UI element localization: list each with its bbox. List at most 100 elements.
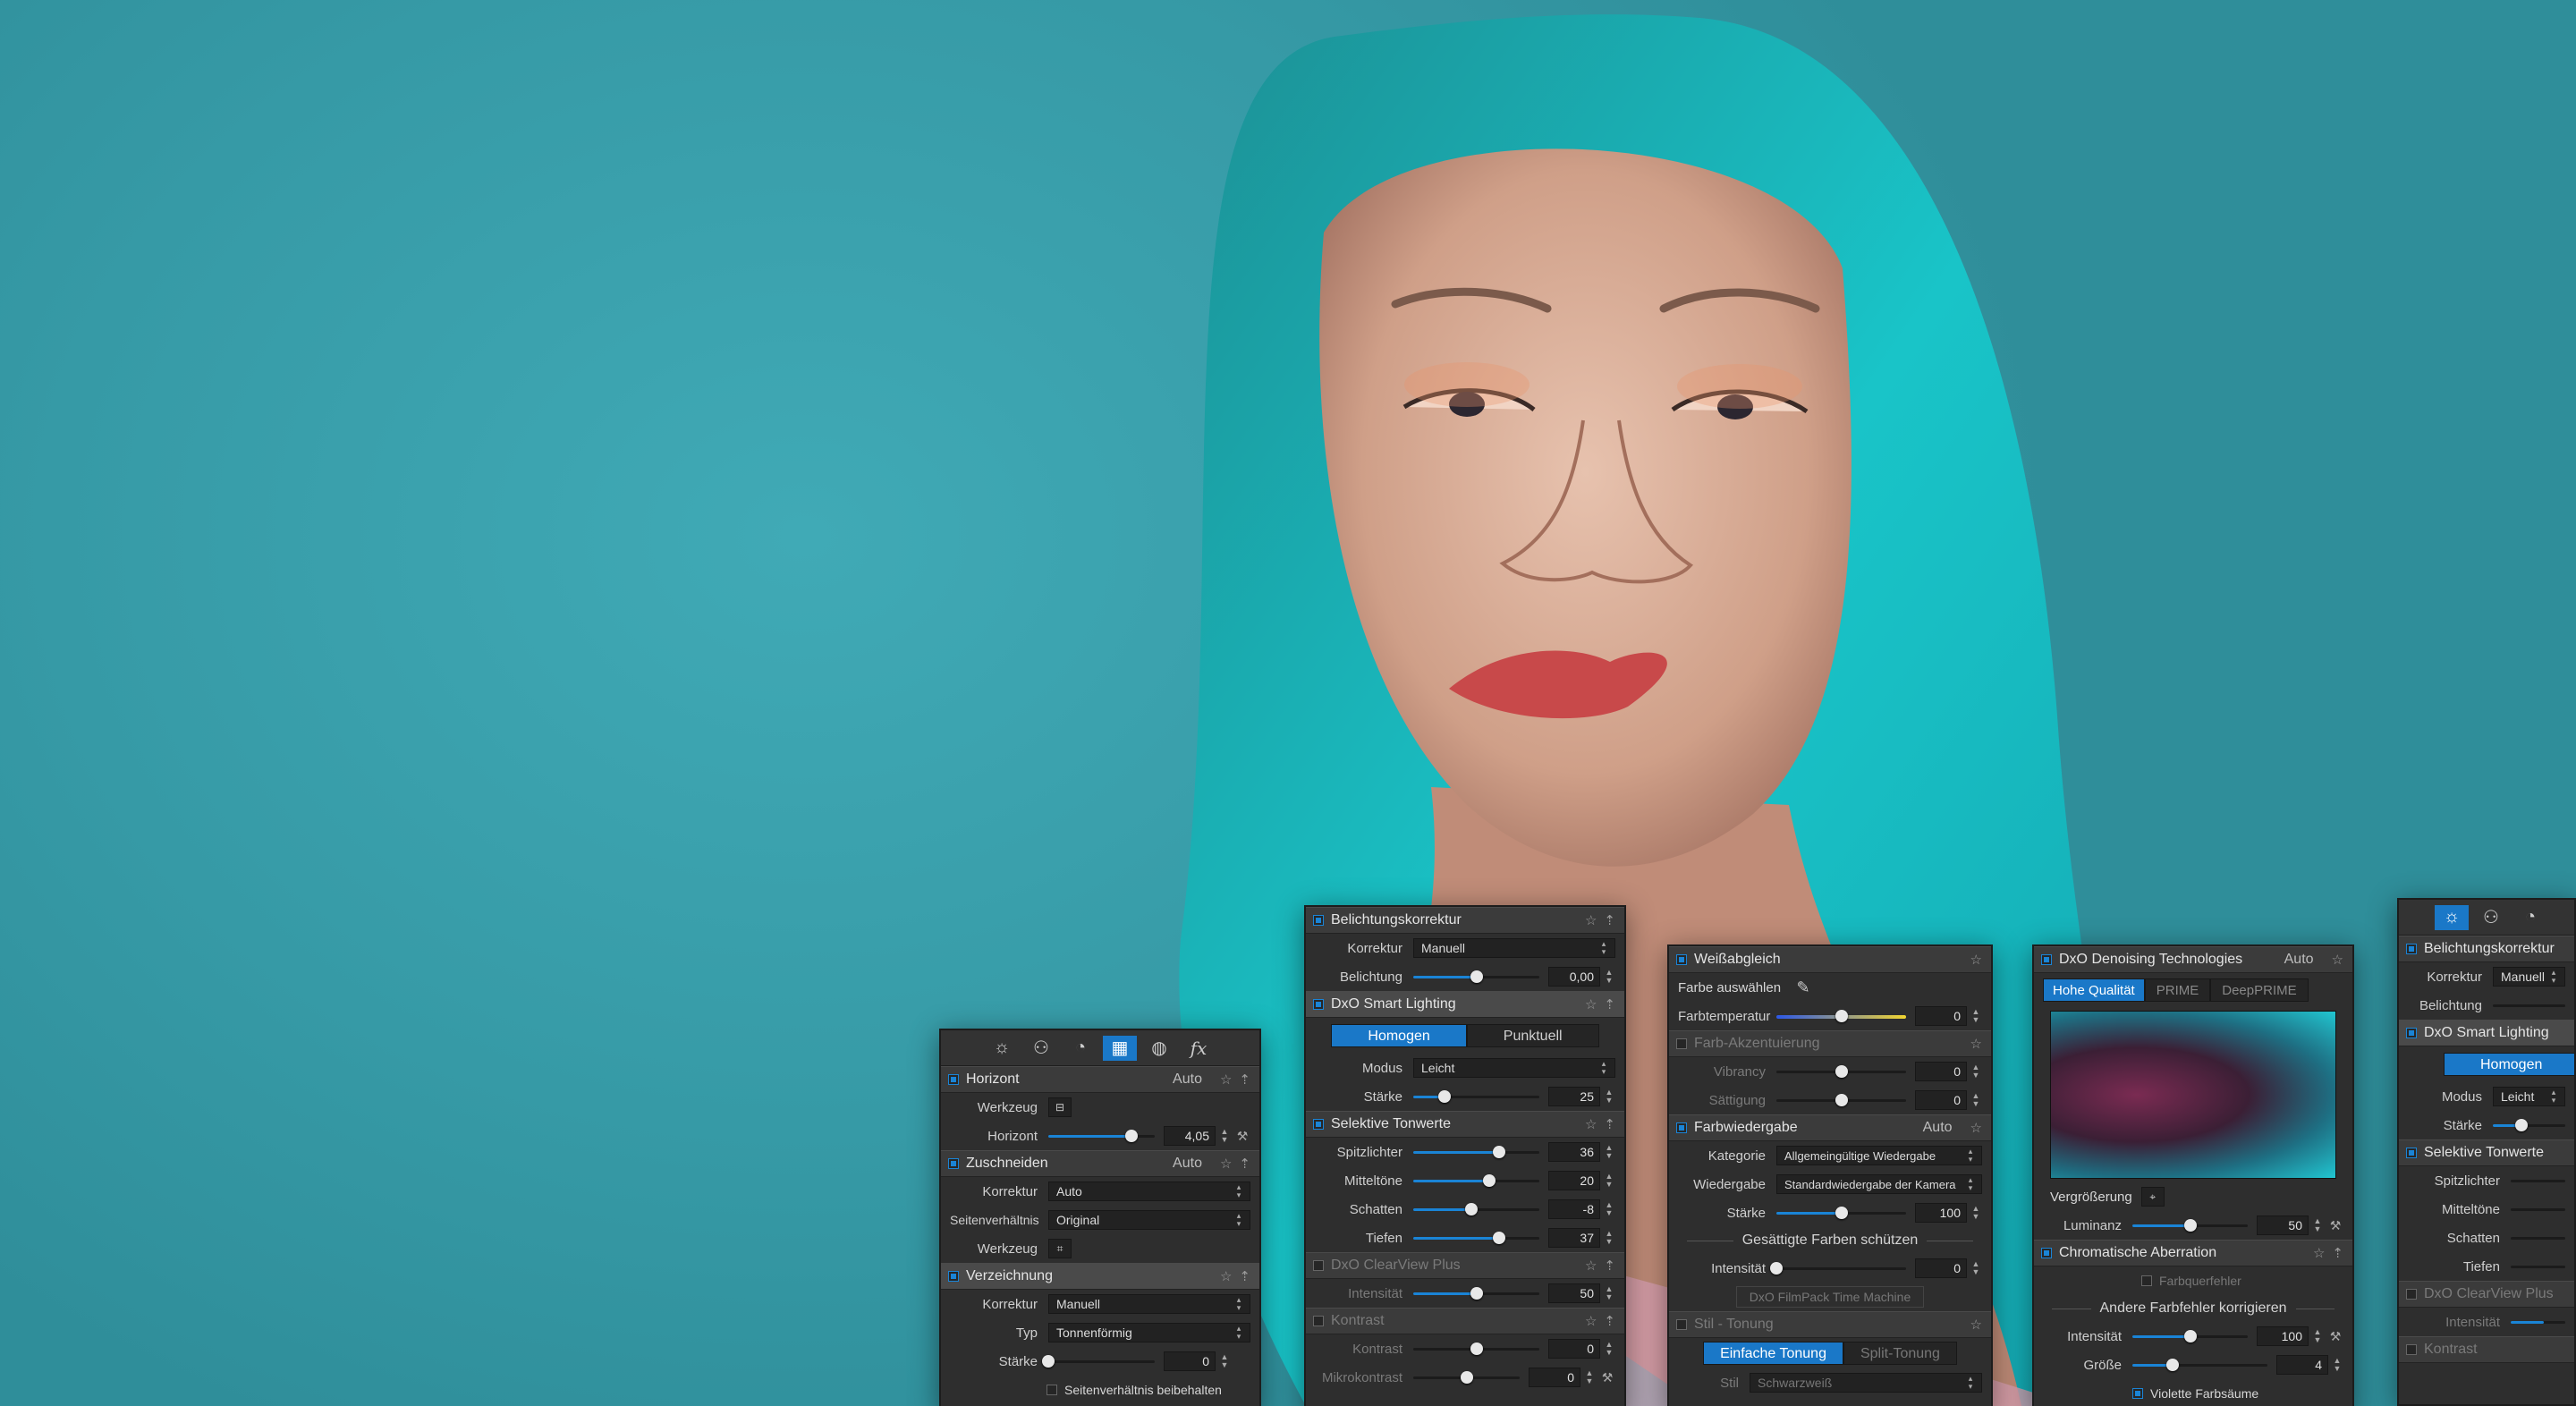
star-icon[interactable]: ☆ xyxy=(1585,1258,1597,1274)
right-kontrast-header[interactable]: Kontrast xyxy=(2399,1336,2574,1363)
star-icon[interactable]: ☆ xyxy=(1970,1120,1982,1136)
pin-icon[interactable]: ⇡ xyxy=(1604,996,1615,1012)
homogen-button[interactable]: Homogen xyxy=(1331,1024,1467,1047)
distortion-korrektur-dropdown[interactable]: Manuell xyxy=(1048,1294,1250,1314)
magic-wand-icon[interactable]: ⚒ xyxy=(1234,1129,1250,1144)
local-adjust-icon[interactable]: ◍ xyxy=(1142,1036,1176,1061)
auto-button[interactable]: Auto xyxy=(2284,952,2314,968)
star-icon[interactable]: ☆ xyxy=(1585,912,1597,928)
belichtung-header[interactable]: Belichtungskorrektur ☆ ⇡ xyxy=(1306,907,1624,934)
star-icon[interactable]: ☆ xyxy=(1585,1116,1597,1132)
selektive-header[interactable]: Selektive Tonwerte ☆ ⇡ xyxy=(1306,1111,1624,1138)
rendering-strength-slider[interactable] xyxy=(1776,1203,1906,1223)
spinner[interactable]: ▲ ▼ xyxy=(2311,1328,2324,1344)
microcontrast-slider[interactable] xyxy=(1413,1368,1520,1387)
category-dropdown[interactable]: Allgemeingültige Wiedergabe xyxy=(1776,1146,1982,1165)
star-icon[interactable]: ☆ xyxy=(1220,1071,1232,1088)
blacks-slider[interactable] xyxy=(1413,1228,1539,1248)
spinner[interactable]: ▲ ▼ xyxy=(1970,1008,1982,1024)
magic-wand-icon[interactable]: ⚒ xyxy=(1599,1370,1615,1385)
color-circles-icon[interactable]: ⚇ xyxy=(2474,905,2508,930)
fringe-size-value[interactable]: 4 xyxy=(2276,1355,2328,1375)
right-exposure-slider[interactable] xyxy=(2493,995,2565,1015)
verzeichnung-checkbox[interactable] xyxy=(948,1271,959,1282)
saturation-value[interactable]: 0 xyxy=(1915,1090,1967,1110)
geometry-icon[interactable]: ▦ xyxy=(1103,1035,1137,1061)
star-icon[interactable]: ☆ xyxy=(1220,1268,1232,1284)
chroma-checkbox[interactable] xyxy=(2041,1248,2052,1258)
kontrast-header[interactable]: Kontrast ☆ ⇡ xyxy=(1306,1308,1624,1334)
belichtung-checkbox[interactable] xyxy=(1313,915,1324,926)
highlights-value[interactable]: 36 xyxy=(1548,1142,1600,1162)
microcontrast-value[interactable]: 0 xyxy=(1529,1368,1580,1387)
farbwiedergabe-checkbox[interactable] xyxy=(1676,1122,1687,1133)
contrast-value[interactable]: 0 xyxy=(1548,1339,1600,1359)
star-icon[interactable]: ☆ xyxy=(2313,1245,2325,1261)
verzeichnung-header[interactable]: Verzeichnung ☆ ⇡ xyxy=(941,1263,1259,1290)
protect-intensity-value[interactable]: 0 xyxy=(1915,1258,1967,1278)
spinner[interactable]: ▲ ▼ xyxy=(1970,1063,1982,1080)
spinner[interactable]: ▲ ▼ xyxy=(1970,1092,1982,1108)
horizont-checkbox[interactable] xyxy=(948,1074,959,1085)
fringe-intensity-slider[interactable] xyxy=(2132,1326,2248,1346)
spinner[interactable]: ▲ ▼ xyxy=(1970,1205,1982,1221)
spinner[interactable]: ▲ ▼ xyxy=(1218,1353,1231,1369)
akzent-checkbox[interactable] xyxy=(1676,1038,1687,1049)
magic-wand-icon[interactable]: ⚒ xyxy=(2327,1329,2343,1344)
magic-wand-icon[interactable]: ⚒ xyxy=(2327,1218,2343,1233)
denoise-checkbox[interactable] xyxy=(2041,954,2052,965)
deepprime-button[interactable]: DeepPRIME xyxy=(2210,978,2309,1002)
star-icon[interactable]: ☆ xyxy=(1970,1317,1982,1333)
highlights-slider[interactable] xyxy=(1413,1142,1539,1162)
vibrancy-value[interactable]: 0 xyxy=(1915,1062,1967,1081)
lens-icon[interactable]: ◔ xyxy=(2513,905,2547,930)
right-homogen-button[interactable]: Homogen xyxy=(2444,1053,2574,1076)
pin-icon[interactable]: ⇡ xyxy=(1239,1071,1250,1088)
spinner[interactable]: ▲ ▼ xyxy=(1603,1230,1615,1246)
midtones-slider[interactable] xyxy=(1413,1171,1539,1190)
spinner[interactable]: ▲ ▼ xyxy=(1603,969,1615,985)
spinner[interactable]: ▲ ▼ xyxy=(1603,1341,1615,1357)
pin-icon[interactable]: ⇡ xyxy=(2332,1245,2343,1261)
star-icon[interactable]: ☆ xyxy=(2332,952,2343,968)
blacks-value[interactable]: 37 xyxy=(1548,1228,1600,1248)
stil-header[interactable]: Stil - Tonung ☆ xyxy=(1669,1311,1991,1338)
exposure-slider[interactable] xyxy=(1413,967,1539,987)
high-quality-button[interactable]: Hohe Qualität xyxy=(2043,978,2145,1002)
spinner[interactable]: ▲ ▼ xyxy=(1583,1369,1596,1385)
clearview-intensity-slider[interactable] xyxy=(1413,1283,1539,1303)
zuschneiden-checkbox[interactable] xyxy=(948,1158,959,1169)
right-clearview-header[interactable]: DxO ClearView Plus xyxy=(2399,1281,2574,1308)
spinner[interactable]: ▲ ▼ xyxy=(1603,1285,1615,1301)
eyedropper-icon[interactable]: ✎ xyxy=(1792,978,1815,997)
spinner[interactable]: ▲ ▼ xyxy=(2311,1217,2324,1233)
denoise-header[interactable]: DxO Denoising Technologies Auto ☆ xyxy=(2034,946,2352,973)
right-clearview-checkbox[interactable] xyxy=(2406,1289,2417,1300)
right-strength-slider[interactable] xyxy=(2493,1115,2565,1135)
denoise-preview[interactable] xyxy=(2050,1011,2336,1179)
star-icon[interactable]: ☆ xyxy=(1220,1156,1232,1172)
star-icon[interactable]: ☆ xyxy=(1970,952,1982,968)
level-tool-icon[interactable]: ⊟ xyxy=(1048,1097,1072,1117)
horizont-header[interactable]: Horizont Auto ☆ ⇡ xyxy=(941,1066,1259,1093)
spinner[interactable]: ▲ ▼ xyxy=(1970,1260,1982,1276)
pin-icon[interactable]: ⇡ xyxy=(1239,1268,1250,1284)
smart-lighting-strength-slider[interactable] xyxy=(1413,1087,1539,1106)
star-icon[interactable]: ☆ xyxy=(1970,1036,1982,1052)
chroma-header[interactable]: Chromatische Aberration ☆ ⇡ xyxy=(2034,1240,2352,1266)
fringe-size-slider[interactable] xyxy=(2132,1355,2267,1375)
lens-icon[interactable]: ◔ xyxy=(1063,1036,1097,1061)
luminance-slider[interactable] xyxy=(2132,1215,2248,1235)
einfache-tonung-button[interactable]: Einfache Tonung xyxy=(1703,1342,1843,1365)
auto-button[interactable]: Auto xyxy=(1173,1071,1202,1088)
exposure-korrektur-dropdown[interactable]: Manuell xyxy=(1413,938,1615,958)
clearview-intensity-value[interactable]: 50 xyxy=(1548,1283,1600,1303)
distortion-type-dropdown[interactable]: Tonnenförmig xyxy=(1048,1323,1250,1342)
horizont-value[interactable]: 4,05 xyxy=(1164,1126,1216,1146)
saturation-slider[interactable] xyxy=(1776,1090,1906,1110)
akzent-header[interactable]: Farb-Akzentuierung ☆ xyxy=(1669,1030,1991,1057)
color-circles-icon[interactable]: ⚇ xyxy=(1024,1036,1058,1061)
target-icon[interactable]: ⌖ xyxy=(2140,1187,2165,1207)
farbquerfehler-checkbox[interactable] xyxy=(2141,1275,2152,1286)
midtones-value[interactable]: 20 xyxy=(1548,1171,1600,1190)
